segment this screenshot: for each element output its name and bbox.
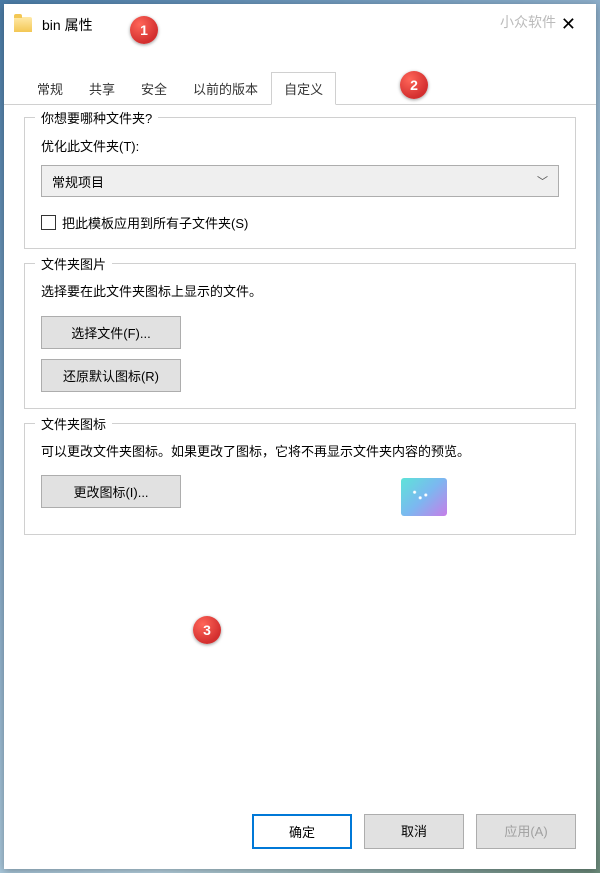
tab-security[interactable]: 安全	[128, 72, 180, 105]
cancel-button[interactable]: 取消	[364, 814, 464, 849]
folder-icon-description: 可以更改文件夹图标。如果更改了图标，它将不再显示文件夹内容的预览。	[41, 442, 559, 462]
properties-dialog: bin 属性 小众软件 ✕ 1 2 3 常规 共享 安全 以前的版本 自定义 你…	[4, 4, 596, 869]
close-button[interactable]: ✕	[551, 12, 586, 37]
group-folder-icon-legend: 文件夹图标	[35, 414, 112, 433]
tab-general[interactable]: 常规	[24, 72, 76, 105]
select-file-button[interactable]: 选择文件(F)...	[41, 316, 181, 349]
callout-1: 1	[130, 16, 158, 44]
apply-button[interactable]: 应用(A)	[476, 814, 576, 849]
change-icon-button[interactable]: 更改图标(I)...	[41, 475, 181, 508]
titlebar: bin 属性 小众软件 ✕	[4, 4, 596, 43]
content-area: 你想要哪种文件夹? 优化此文件夹(T): 常规项目 ﹀ 把此模板应用到所有子文件…	[4, 105, 596, 800]
window-title: bin 属性	[42, 15, 551, 35]
apply-subfolders-row: 把此模板应用到所有子文件夹(S)	[41, 213, 559, 232]
tab-previous-versions[interactable]: 以前的版本	[180, 72, 271, 105]
icon-row: 更改图标(I)...	[41, 475, 559, 518]
chevron-down-icon: ﹀	[537, 173, 548, 189]
folder-icon	[14, 17, 32, 32]
icon-preview	[401, 478, 447, 516]
restore-default-button[interactable]: 还原默认图标(R)	[41, 359, 181, 392]
group-folder-icon: 文件夹图标 可以更改文件夹图标。如果更改了图标，它将不再显示文件夹内容的预览。 …	[24, 423, 576, 536]
callout-2: 2	[400, 71, 428, 99]
tab-strip: 常规 共享 安全 以前的版本 自定义	[4, 71, 596, 105]
callout-3: 3	[193, 616, 221, 644]
apply-subfolders-label: 把此模板应用到所有子文件夹(S)	[62, 213, 248, 232]
group-folder-type: 你想要哪种文件夹? 优化此文件夹(T): 常规项目 ﹀ 把此模板应用到所有子文件…	[24, 117, 576, 249]
watermark-text: 小众软件	[500, 12, 556, 32]
folder-type-select-value: 常规项目	[52, 172, 104, 191]
ok-button[interactable]: 确定	[252, 814, 352, 849]
group-folder-picture: 文件夹图片 选择要在此文件夹图标上显示的文件。 选择文件(F)... 还原默认图…	[24, 263, 576, 409]
tab-customize[interactable]: 自定义	[271, 72, 336, 105]
tab-sharing[interactable]: 共享	[76, 72, 128, 105]
apply-subfolders-checkbox[interactable]	[41, 215, 56, 230]
dialog-footer: 确定 取消 应用(A)	[4, 800, 596, 869]
group-folder-type-legend: 你想要哪种文件夹?	[35, 108, 158, 127]
folder-picture-description: 选择要在此文件夹图标上显示的文件。	[41, 282, 559, 302]
optimize-label: 优化此文件夹(T):	[41, 136, 559, 155]
folder-type-select[interactable]: 常规项目 ﹀	[41, 165, 559, 197]
group-folder-picture-legend: 文件夹图片	[35, 254, 112, 273]
